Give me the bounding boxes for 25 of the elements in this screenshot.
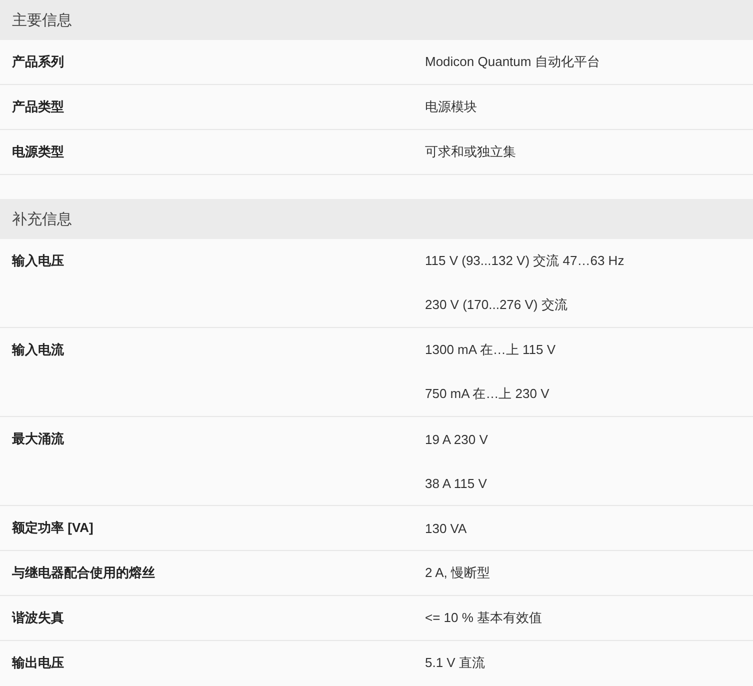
spec-value: Modicon Quantum 自动化平台 bbox=[425, 53, 600, 71]
spec-value: 230 V (170...276 V) 交流 bbox=[425, 296, 568, 314]
spec-value: 19 A 230 V bbox=[425, 432, 488, 446]
spec-label: 与继电器配合使用的熔丝 bbox=[12, 564, 155, 582]
spec-value: 5.1 V 直流 bbox=[425, 654, 485, 672]
spec-label: 电源类型 bbox=[12, 143, 64, 161]
spec-label: 输入电压 bbox=[12, 252, 64, 270]
spec-value: 130 VA bbox=[425, 520, 467, 536]
spec-label: 输出电压 bbox=[12, 654, 64, 672]
section-title: 主要信息 bbox=[12, 10, 72, 30]
spec-value: 38 A 115 V bbox=[425, 476, 487, 490]
spec-value: 可求和或独立集 bbox=[425, 143, 516, 161]
spec-label: 额定功率 [VA] bbox=[12, 519, 94, 537]
spec-label: 谐波失真 bbox=[12, 609, 64, 627]
spec-label: 输入电流 bbox=[12, 341, 64, 359]
spec-value: 115 V (93...132 V) 交流 47…63 Hz bbox=[425, 252, 624, 270]
spec-value: 电源模块 bbox=[425, 98, 477, 116]
spec-value: 2 A, 慢断型 bbox=[425, 564, 490, 582]
spec-value: 1300 mA 在…上 115 V bbox=[425, 341, 556, 359]
spec-value: 750 mA 在…上 230 V bbox=[425, 385, 550, 403]
spec-label: 产品类型 bbox=[12, 98, 64, 116]
spec-value: <= 10 % 基本有效值 bbox=[425, 609, 542, 627]
spec-label: 最大涌流 bbox=[12, 430, 64, 448]
spec-label: 产品系列 bbox=[12, 53, 64, 71]
section-title: 补充信息 bbox=[12, 210, 72, 228]
